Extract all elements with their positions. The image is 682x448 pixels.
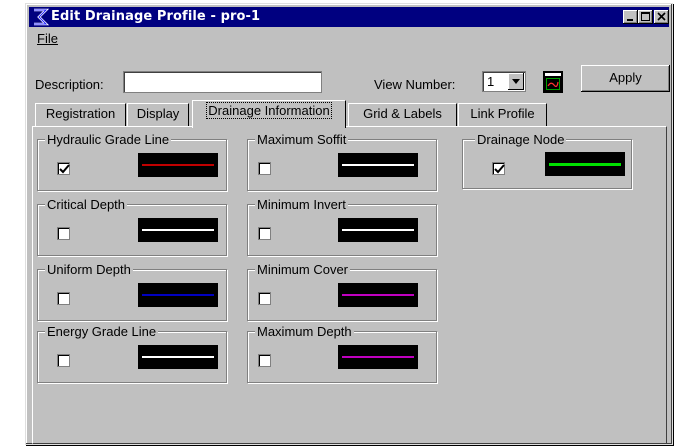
tab-grid-labels[interactable]: Grid & Labels [348,103,457,126]
critical-depth-checkbox[interactable] [57,227,70,240]
line-swatch [342,229,414,231]
tab-link-profile-label: Link Profile [470,106,535,121]
line-swatch [342,164,414,166]
line-swatch [549,163,621,166]
edit-drainage-profile-window: Edit Drainage Profile - pro-1 File Descr… [25,3,673,445]
view-window-icon[interactable] [542,70,564,94]
group-maximum-soffit: Maximum Soffit [247,132,437,191]
group-label: Drainage Node [475,132,567,147]
drainage-node-checkbox[interactable] [492,162,505,175]
tab-registration-label: Registration [45,106,116,121]
maximum-depth-checkbox[interactable] [258,354,271,367]
group-label: Minimum Cover [255,262,351,277]
uniform-depth-checkbox[interactable] [57,292,70,305]
tab-display-label: Display [136,106,180,121]
group-uniform-depth: Uniform Depth [37,262,227,321]
description-label: Description: [35,77,104,92]
line-swatch [142,356,214,358]
chevron-down-icon [512,79,520,84]
group-label: Maximum Soffit [255,132,349,147]
line-swatch [142,294,214,296]
group-label: Critical Depth [45,197,128,212]
critical-depth-line-style[interactable] [138,218,218,242]
maximum-soffit-line-style[interactable] [338,153,418,177]
minimum-cover-checkbox[interactable] [258,292,271,305]
tab-drainage-information[interactable]: Drainage Information [192,100,346,128]
group-label: Hydraulic Grade Line [45,132,172,147]
menu-file[interactable]: File [37,31,58,46]
checkmark-icon [494,164,505,174]
energy-grade-line-checkbox[interactable] [57,354,70,367]
view-number-label: View Number: [374,77,456,92]
minimize-icon [627,19,633,21]
group-minimum-invert: Minimum Invert [247,197,437,256]
minimum-invert-checkbox[interactable] [258,227,271,240]
line-swatch [342,294,414,296]
view-number-value: 1 [487,74,495,89]
checkmark-icon [59,164,70,174]
window-title: Edit Drainage Profile - pro-1 [51,9,261,24]
menu-file-label: File [37,31,58,46]
drainage-app-icon [34,8,49,26]
line-swatch [142,229,214,231]
line-swatch [342,356,414,358]
maximize-button[interactable] [638,10,653,24]
view-number-select[interactable]: 1 [482,71,526,92]
description-input[interactable] [123,71,322,93]
close-icon [657,12,666,21]
tab-drainage-information-label: Drainage Information [206,102,332,119]
energy-grade-line-line-style[interactable] [138,345,218,369]
tab-display[interactable]: Display [127,103,189,126]
minimum-invert-line-style[interactable] [338,218,418,242]
maximize-icon [641,12,650,21]
uniform-depth-line-style[interactable] [138,283,218,307]
group-critical-depth: Critical Depth [37,197,227,256]
menu-bar: File [29,29,669,47]
tab-grid-labels-label: Grid & Labels [363,106,442,121]
tab-link-profile[interactable]: Link Profile [458,103,547,126]
group-label: Minimum Invert [255,197,348,212]
group-energy-grade-line: Energy Grade Line [37,324,227,383]
group-drainage-node: Drainage Node [462,132,632,189]
group-label: Energy Grade Line [45,324,159,339]
apply-button[interactable]: Apply [581,65,670,92]
group-label: Maximum Depth [255,324,354,339]
minimum-cover-line-style[interactable] [338,283,418,307]
close-button[interactable] [654,10,669,24]
title-bar[interactable]: Edit Drainage Profile - pro-1 [29,7,669,27]
group-label: Uniform Depth [45,262,133,277]
group-minimum-cover: Minimum Cover [247,262,437,321]
line-swatch [142,164,214,166]
maximum-depth-line-style[interactable] [338,345,418,369]
hydraulic-grade-line-checkbox[interactable] [57,162,70,175]
maximum-soffit-checkbox[interactable] [258,162,271,175]
group-maximum-depth: Maximum Depth [247,324,437,383]
hydraulic-grade-line-line-style[interactable] [138,153,218,177]
drainage-node-line-style[interactable] [545,152,625,176]
minimize-button[interactable] [623,10,638,24]
view-number-dropdown-button[interactable] [508,73,524,90]
tab-registration[interactable]: Registration [35,103,126,126]
group-hydraulic-grade-line: Hydraulic Grade Line [37,132,227,191]
